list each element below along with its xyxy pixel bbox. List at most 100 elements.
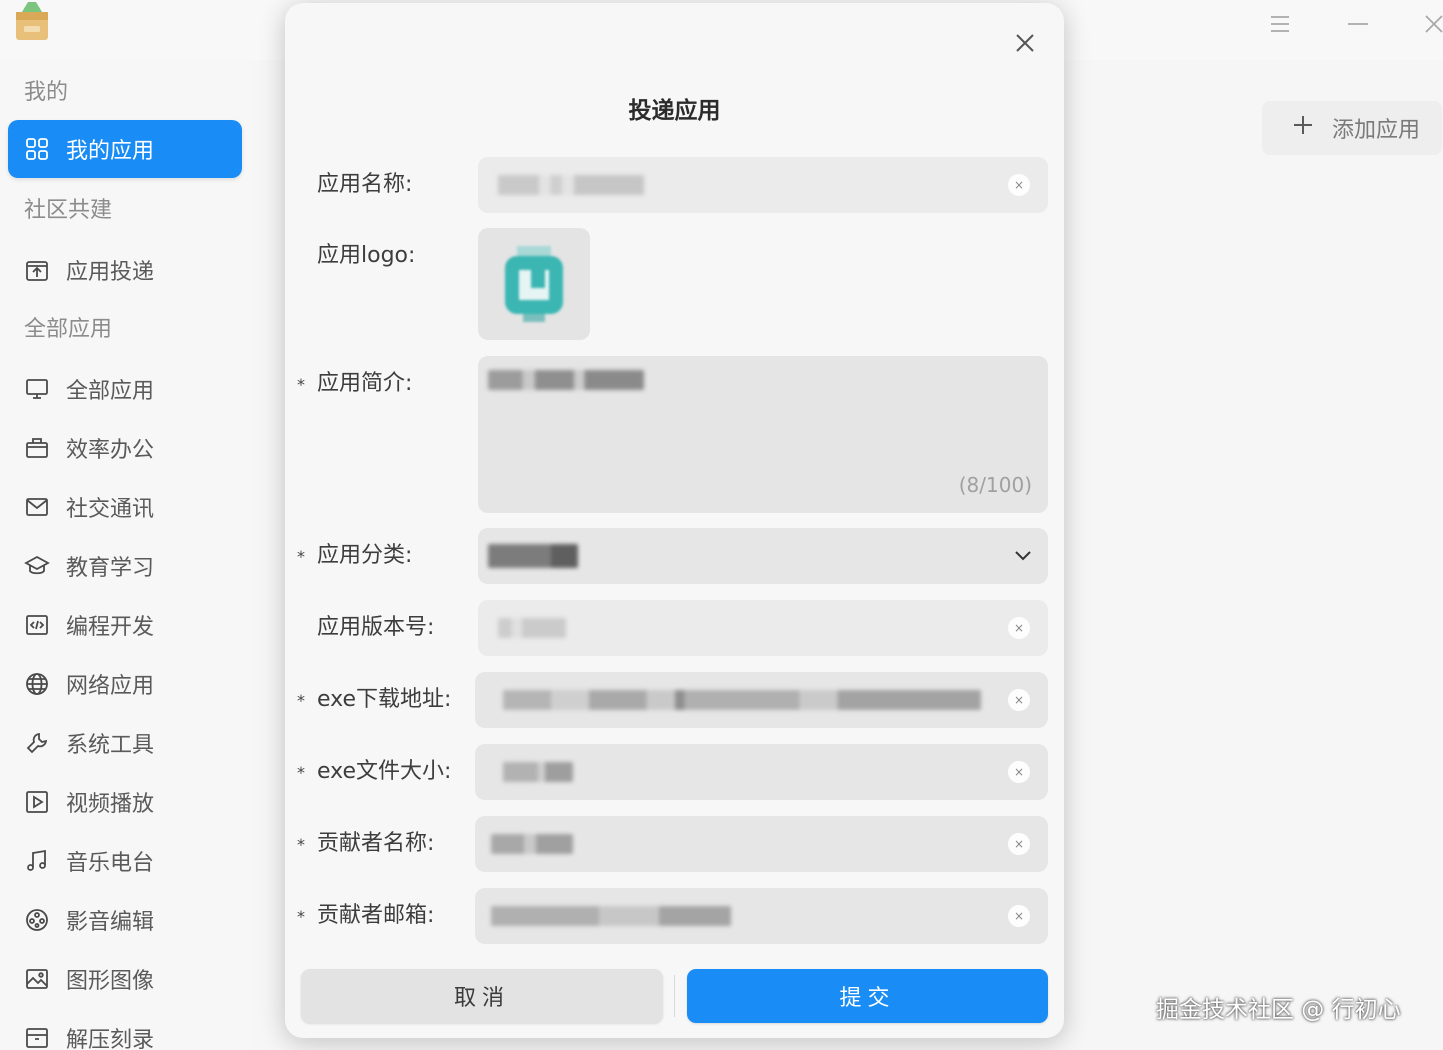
sidebar-item-label: 效率办公 — [66, 438, 155, 463]
sidebar-section-all: 全部应用 — [24, 317, 113, 342]
cancel-button[interactable]: 取消 — [301, 969, 663, 1023]
sidebar-item-label: 系统工具 — [66, 733, 155, 758]
minimize-icon[interactable] — [1340, 6, 1376, 42]
package-box-icon — [10, 0, 54, 44]
blurred-value — [491, 834, 573, 854]
sidebar-item-label: 全部应用 — [66, 379, 155, 404]
app-category-select[interactable] — [478, 528, 1048, 584]
sidebar-item-video[interactable]: 视频播放 — [8, 773, 242, 831]
blurred-value — [498, 175, 644, 195]
sidebar-section-mine: 我的 — [24, 80, 69, 105]
required-mark: * — [297, 763, 305, 782]
chevron-down-icon — [1012, 544, 1034, 570]
app-name-input[interactable]: × — [478, 157, 1048, 213]
app-version-label: 应用版本号: — [317, 615, 435, 640]
clear-icon[interactable]: × — [1008, 905, 1030, 927]
hamburger-icon[interactable] — [1262, 6, 1298, 42]
clear-icon[interactable]: × — [1008, 617, 1030, 639]
app-logo-label: 应用logo: — [317, 243, 416, 268]
sidebar-item-label: 我的应用 — [66, 139, 155, 164]
sidebar-item-label: 图形图像 — [66, 969, 155, 994]
sidebar-item-label: 应用投递 — [66, 260, 155, 285]
clear-icon[interactable]: × — [1008, 833, 1030, 855]
sidebar-item-app-submit[interactable]: 应用投递 — [8, 241, 242, 299]
music-note-icon — [8, 848, 66, 874]
close-icon[interactable] — [1007, 25, 1043, 61]
exe-url-input[interactable]: × — [475, 672, 1048, 728]
app-intro-textarea[interactable]: (8/100) — [478, 356, 1048, 513]
sidebar-item-office[interactable]: 效率办公 — [8, 419, 242, 477]
dialog-title: 投递应用 — [628, 98, 721, 124]
wrench-icon — [8, 730, 66, 756]
sidebar-item-label: 音乐电台 — [66, 851, 155, 876]
close-icon[interactable] — [1416, 6, 1443, 42]
clear-icon[interactable]: × — [1008, 761, 1030, 783]
app-intro-label: 应用简介: — [317, 371, 413, 396]
mail-icon — [8, 494, 66, 520]
sidebar-item-graphics[interactable]: 图形图像 — [8, 950, 242, 1008]
blurred-value — [498, 618, 566, 638]
watermark-text: 掘金技术社区 @ 行初心 — [1156, 997, 1401, 1023]
sidebar: 我的 我的应用 社区共建 应用投递 全部应用 全部应用 效率办公 社交通讯 教育… — [0, 60, 250, 1050]
contributor-email-input[interactable]: × — [475, 888, 1048, 944]
play-icon — [8, 789, 66, 815]
submit-app-dialog: 投递应用 应用名称: × 应用logo: * 应用简介: (8/100) * 应… — [285, 3, 1064, 1038]
sidebar-item-label: 影音编辑 — [66, 910, 155, 935]
required-mark: * — [297, 907, 305, 926]
button-divider — [674, 975, 675, 1017]
sidebar-item-education[interactable]: 教育学习 — [8, 537, 242, 595]
sidebar-item-my-apps[interactable]: 我的应用 — [8, 120, 242, 178]
required-mark: * — [297, 547, 305, 566]
app-version-input[interactable]: × — [478, 600, 1048, 656]
sidebar-section-community: 社区共建 — [24, 198, 113, 223]
monitor-icon — [8, 376, 66, 402]
graduation-cap-icon — [8, 553, 66, 579]
app-name-label: 应用名称: — [317, 172, 413, 197]
submit-button[interactable]: 提交 — [687, 969, 1048, 1023]
sidebar-item-music[interactable]: 音乐电台 — [8, 832, 242, 890]
sidebar-item-programming[interactable]: 编程开发 — [8, 596, 242, 654]
globe-icon — [8, 671, 66, 697]
sidebar-item-label: 教育学习 — [66, 556, 155, 581]
blurred-value — [503, 690, 981, 710]
image-icon — [8, 966, 66, 992]
film-reel-icon — [8, 907, 66, 933]
blurred-value — [491, 906, 731, 926]
clear-icon[interactable]: × — [1008, 174, 1030, 196]
clear-icon[interactable]: × — [1008, 689, 1030, 711]
add-app-button[interactable]: 添加应用 — [1262, 101, 1442, 155]
plus-icon — [1292, 114, 1314, 142]
contributor-name-input[interactable]: × — [475, 816, 1048, 872]
code-icon — [8, 612, 66, 638]
sidebar-item-label: 解压刻录 — [66, 1028, 155, 1050]
sidebar-item-social[interactable]: 社交通讯 — [8, 478, 242, 536]
exe-size-input[interactable]: × — [475, 744, 1048, 800]
sidebar-item-network[interactable]: 网络应用 — [8, 655, 242, 713]
sidebar-item-label: 编程开发 — [66, 615, 155, 640]
grid-icon — [8, 136, 66, 162]
app-logo-image-icon — [505, 246, 563, 322]
exe-url-label: exe下载地址: — [317, 687, 452, 712]
upload-box-icon — [8, 257, 66, 283]
exe-size-label: exe文件大小: — [317, 759, 452, 784]
archive-icon — [8, 1025, 66, 1050]
briefcase-icon — [8, 435, 66, 461]
contributor-email-label: 贡献者邮箱: — [317, 903, 435, 928]
blurred-value — [503, 762, 573, 782]
blurred-value — [488, 544, 578, 568]
required-mark: * — [297, 375, 305, 394]
add-app-label: 添加应用 — [1332, 118, 1421, 143]
app-category-label: 应用分类: — [317, 543, 413, 568]
blurred-value — [488, 370, 644, 390]
contributor-name-label: 贡献者名称: — [317, 831, 435, 856]
sidebar-item-label: 网络应用 — [66, 674, 155, 699]
app-logo-upload[interactable] — [478, 228, 590, 340]
sidebar-item-label: 社交通讯 — [66, 497, 155, 522]
sidebar-item-archive[interactable]: 解压刻录 — [8, 1009, 242, 1050]
sidebar-item-all-apps[interactable]: 全部应用 — [8, 360, 242, 418]
sidebar-item-av-editing[interactable]: 影音编辑 — [8, 891, 242, 949]
sidebar-item-system-tools[interactable]: 系统工具 — [8, 714, 242, 772]
char-counter: (8/100) — [958, 473, 1032, 497]
required-mark: * — [297, 691, 305, 710]
required-mark: * — [297, 835, 305, 854]
